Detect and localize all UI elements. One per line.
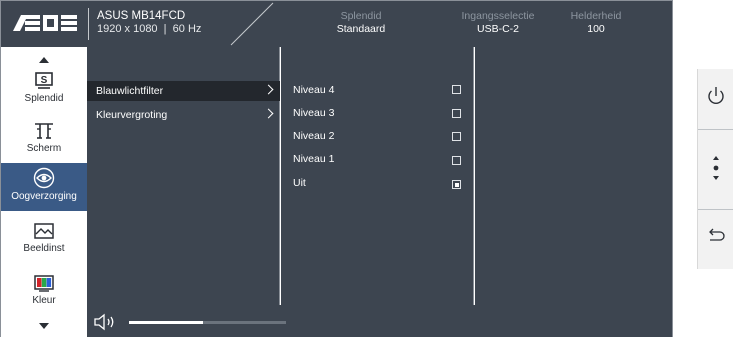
- volume-slider[interactable]: [129, 321, 286, 324]
- osd-menu: ASUS MB14FCD 1920 x 1080 | 60 Hz Splendi…: [0, 0, 673, 337]
- option-niveau-3-label: Niveau 3: [293, 107, 335, 119]
- sidebar-item-splendid[interactable]: S Splendid: [1, 69, 87, 119]
- divider-bar: |: [160, 23, 170, 35]
- submenu-item-kleurvergroting[interactable]: Kleurvergroting: [87, 105, 280, 125]
- logo-divider: [88, 8, 89, 40]
- option-uit-checkbox[interactable]: [452, 180, 461, 189]
- options-panel: Niveau 4 Niveau 3 Niveau 2 Niveau 1 Uit: [281, 47, 474, 305]
- eye-icon: [33, 167, 55, 189]
- color-icon: [34, 275, 54, 292]
- footer-bar: [87, 305, 672, 337]
- header-input-value: USB-C-2: [476, 23, 519, 35]
- sidebar-item-label: Splendid: [24, 93, 64, 104]
- header-splendid-label: Splendid: [340, 10, 382, 22]
- sidebar-item-label: Oogverzorging: [11, 191, 77, 202]
- back-icon: [709, 228, 725, 241]
- scherm-icon: [35, 123, 53, 139]
- header-input-label: Ingangsselectie: [461, 10, 535, 22]
- volume-slider-fill: [129, 321, 203, 324]
- refresh-text: 60 Hz: [172, 23, 202, 35]
- scroll-up-icon[interactable]: [39, 57, 49, 63]
- option-uit-label: Uit: [293, 177, 306, 189]
- option-niveau-4-label: Niveau 4: [293, 84, 335, 96]
- detail-panel: [475, 47, 672, 305]
- chevron-right-icon: [263, 84, 274, 95]
- svg-text:S: S: [41, 75, 48, 86]
- submenu-item-blauwlichtfilter[interactable]: Blauwlichtfilter: [87, 81, 280, 101]
- sidebar-item-beeldinst[interactable]: Beeldinst: [1, 219, 87, 269]
- header-brightness-label: Helderheid: [570, 10, 622, 22]
- sidebar-item-oogverzorging[interactable]: Oogverzorging: [1, 163, 87, 211]
- sidebar-item-label: Beeldinst: [23, 243, 65, 254]
- header-splendid-value: Standaard: [336, 23, 386, 35]
- option-niveau-1-label: Niveau 1: [293, 153, 335, 165]
- model-info: ASUS MB14FCD 1920 x 1080 | 60 Hz: [97, 10, 201, 36]
- scroll-down-icon[interactable]: [39, 323, 49, 329]
- menu-key[interactable]: [698, 129, 733, 209]
- header-splendid: Splendid Standaard: [311, 10, 411, 36]
- submenu-item-label: Kleurvergroting: [96, 109, 168, 121]
- speaker-icon: [94, 313, 114, 331]
- option-niveau-2-label: Niveau 2: [293, 130, 335, 142]
- sidebar-item-kleur[interactable]: Kleur: [1, 271, 87, 321]
- header-bar: ASUS MB14FCD 1920 x 1080 | 60 Hz Splendi…: [1, 1, 672, 47]
- option-niveau-1-checkbox[interactable]: [452, 156, 461, 165]
- splendid-icon: S: [35, 72, 53, 89]
- power-key[interactable]: [698, 69, 733, 129]
- header-brightness-value: 100: [587, 23, 605, 35]
- chevron-right-icon: [263, 108, 274, 119]
- option-niveau-2-checkbox[interactable]: [452, 132, 461, 141]
- submenu-panel: Blauwlichtfilter Kleurvergroting: [87, 47, 280, 305]
- sidebar-item-label: Kleur: [32, 295, 56, 306]
- resolution-text: 1920 x 1080: [97, 23, 158, 35]
- menu-joystick-icon: [713, 156, 719, 180]
- back-key[interactable]: [698, 209, 733, 269]
- header-divider: [230, 2, 274, 46]
- asus-logo: [13, 15, 77, 31]
- picture-icon: [34, 223, 54, 239]
- sidebar-item-label: Scherm: [26, 143, 62, 154]
- power-icon: [708, 87, 724, 105]
- header-brightness: Helderheid 100: [546, 10, 646, 36]
- model-name: ASUS MB14FCD: [97, 10, 186, 22]
- submenu-item-label: Blauwlichtfilter: [96, 85, 164, 97]
- sidebar: S Splendid Scherm Oogverzorging Beeldins…: [1, 47, 87, 337]
- header-input: Ingangsselectie USB-C-2: [448, 10, 548, 36]
- hardware-keys: [697, 69, 733, 269]
- option-niveau-4-checkbox[interactable]: [452, 85, 461, 94]
- sidebar-item-scherm[interactable]: Scherm: [1, 119, 87, 169]
- option-niveau-3-checkbox[interactable]: [452, 109, 461, 118]
